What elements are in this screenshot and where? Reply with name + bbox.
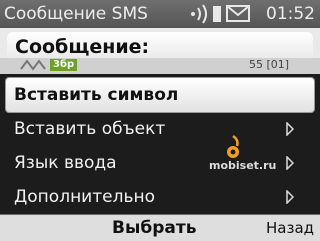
- menu-item-insert-symbol[interactable]: Вставить символ: [6, 78, 314, 112]
- menu-item-label: Дополнительно: [14, 187, 155, 207]
- message-heading: Сообщение:: [15, 36, 150, 58]
- dictionary-icon: [20, 59, 46, 71]
- window-title: Сообщение SMS: [4, 4, 148, 24]
- mobiset-logo-icon: [227, 134, 239, 158]
- status-bar: Сообщение SMS 01:52: [0, 0, 320, 28]
- envelope-icon: [226, 5, 250, 22]
- character-counter: 55 [01]: [249, 58, 290, 71]
- menu-item-label: Язык ввода: [14, 153, 117, 173]
- watermark: mobiset.ru: [209, 134, 295, 182]
- menu-item-label: Вставить объект: [14, 119, 166, 139]
- menu-item-advanced[interactable]: Дополнительно: [6, 180, 314, 214]
- chevron-right-icon: [286, 190, 294, 204]
- clock: 01:52: [266, 4, 315, 24]
- menu-item-label: Вставить символ: [14, 85, 179, 105]
- input-mode-badge: 3бр: [50, 59, 78, 71]
- back-softkey[interactable]: Назад: [266, 215, 314, 241]
- softkey-bar: Выбрать Назад: [0, 214, 320, 241]
- watermark-text: mobiset.ru: [209, 159, 277, 172]
- select-softkey[interactable]: Выбрать: [112, 215, 196, 241]
- message-meta-strip: 3бр 55 [01]: [0, 58, 320, 74]
- signal-indicator-icon: [191, 4, 221, 24]
